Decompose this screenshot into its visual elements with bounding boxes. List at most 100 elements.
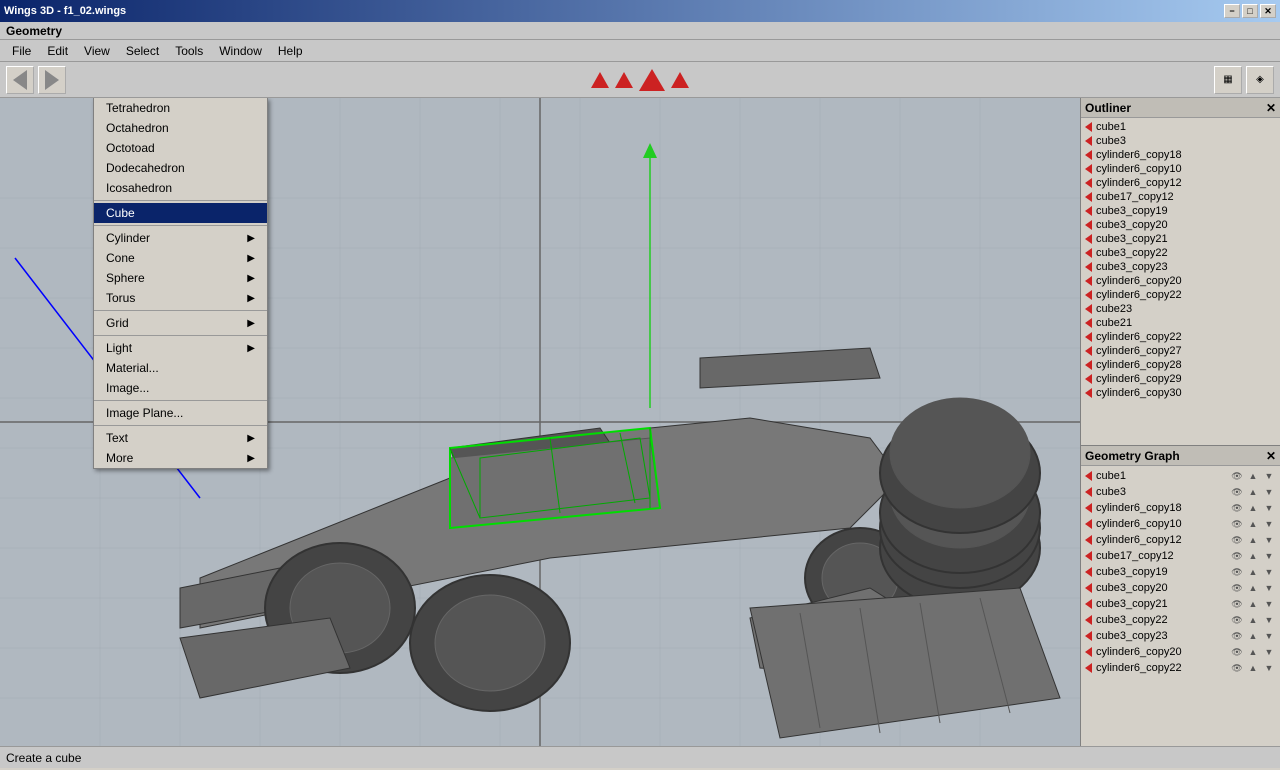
menu-torus[interactable]: Torus ▶ [94,288,267,308]
outliner-item-cube17c12[interactable]: cube17_copy12 [1081,190,1280,204]
up-arrow-icon[interactable]: ▲ [1246,565,1260,579]
down-arrow-icon[interactable]: ▼ [1262,517,1276,531]
menu-cone[interactable]: Cone ▶ [94,248,267,268]
menu-view[interactable]: View [76,42,118,60]
geo-graph-item-cube17[interactable]: cube17_copy12 👁 ▲ ▼ [1081,548,1280,564]
outliner-item-cube3c21[interactable]: cube3_copy21 [1081,232,1280,246]
up-arrow-icon[interactable]: ▲ [1246,613,1260,627]
menu-cube[interactable]: Cube [94,203,267,223]
down-arrow-icon[interactable]: ▼ [1262,485,1276,499]
eye-icon[interactable]: 👁 [1230,517,1244,531]
geometry-graph-close-button[interactable]: ✕ [1266,449,1276,463]
eye-icon[interactable]: 👁 [1230,469,1244,483]
eye-icon[interactable]: 👁 [1230,549,1244,563]
down-arrow-icon[interactable]: ▼ [1262,629,1276,643]
down-arrow-icon[interactable]: ▼ [1262,501,1276,515]
outliner-item-cube3c22[interactable]: cube3_copy22 [1081,246,1280,260]
up-arrow-icon[interactable]: ▲ [1246,517,1260,531]
geo-graph-item-cube1[interactable]: cube1 👁 ▲ ▼ [1081,468,1280,484]
menu-image-plane[interactable]: Image Plane... [94,403,267,423]
outliner-item-cyl6c22a[interactable]: cylinder6_copy22 [1081,288,1280,302]
outliner-item-cube3[interactable]: cube3 [1081,134,1280,148]
menu-icosahedron[interactable]: Icosahedron [94,178,267,198]
down-arrow-icon[interactable]: ▼ [1262,613,1276,627]
menu-dodecahedron[interactable]: Dodecahedron [94,158,267,178]
up-arrow-icon[interactable]: ▲ [1246,533,1260,547]
up-arrow-icon[interactable]: ▲ [1246,549,1260,563]
menu-light[interactable]: Light ▶ [94,338,267,358]
geo-graph-item-cyl12[interactable]: cylinder6_copy12 👁 ▲ ▼ [1081,532,1280,548]
minimize-button[interactable]: − [1224,4,1240,18]
geo-graph-item-cube3c19[interactable]: cube3_copy19 👁 ▲ ▼ [1081,564,1280,580]
close-button[interactable]: ✕ [1260,4,1276,18]
outliner-item-cube3c23[interactable]: cube3_copy23 [1081,260,1280,274]
menu-edit[interactable]: Edit [39,42,76,60]
down-arrow-icon[interactable]: ▼ [1262,533,1276,547]
tri-icon-2[interactable] [615,72,633,88]
outliner-close-button[interactable]: ✕ [1266,101,1276,115]
outliner-item-cyl6c12[interactable]: cylinder6_copy12 [1081,176,1280,190]
down-arrow-icon[interactable]: ▼ [1262,469,1276,483]
outliner-item-cube3c20[interactable]: cube3_copy20 [1081,218,1280,232]
menu-image[interactable]: Image... [94,378,267,398]
outliner-item-cube3c19[interactable]: cube3_copy19 [1081,204,1280,218]
down-arrow-icon[interactable]: ▼ [1262,549,1276,563]
down-arrow-icon[interactable]: ▼ [1262,661,1276,675]
outliner-item-cyl6c30[interactable]: cylinder6_copy30 [1081,386,1280,400]
menu-material[interactable]: Material... [94,358,267,378]
down-arrow-icon[interactable]: ▼ [1262,597,1276,611]
tri-icon-1[interactable] [591,72,609,88]
menu-octahedron[interactable]: Octahedron [94,118,267,138]
up-arrow-icon[interactable]: ▲ [1246,645,1260,659]
eye-icon[interactable]: 👁 [1230,645,1244,659]
up-arrow-icon[interactable]: ▲ [1246,485,1260,499]
geo-graph-item-cube3c21[interactable]: cube3_copy21 👁 ▲ ▼ [1081,596,1280,612]
menu-octotoad[interactable]: Octotoad [94,138,267,158]
outliner-item-cyl6c10[interactable]: cylinder6_copy10 [1081,162,1280,176]
outliner-item-cyl6c27[interactable]: cylinder6_copy27 [1081,344,1280,358]
eye-icon[interactable]: 👁 [1230,501,1244,515]
geo-graph-item-cyl18[interactable]: cylinder6_copy18 👁 ▲ ▼ [1081,500,1280,516]
menu-tetrahedron[interactable]: Tetrahedron [94,98,267,118]
geo-graph-item-cube3c23[interactable]: cube3_copy23 👁 ▲ ▼ [1081,628,1280,644]
menu-select[interactable]: Select [118,42,167,60]
tri-icon-3[interactable] [639,69,665,91]
eye-icon[interactable]: 👁 [1230,629,1244,643]
eye-icon[interactable]: 👁 [1230,597,1244,611]
undo-button[interactable] [6,66,34,94]
grid-view-button[interactable]: ▦ [1214,66,1242,94]
menu-sphere[interactable]: Sphere ▶ [94,268,267,288]
up-arrow-icon[interactable]: ▲ [1246,629,1260,643]
outliner-item-cyl6c20[interactable]: cylinder6_copy20 [1081,274,1280,288]
redo-button[interactable] [38,66,66,94]
down-arrow-icon[interactable]: ▼ [1262,565,1276,579]
eye-icon[interactable]: 👁 [1230,661,1244,675]
geo-graph-item-cyl10[interactable]: cylinder6_copy10 👁 ▲ ▼ [1081,516,1280,532]
menu-help[interactable]: Help [270,42,311,60]
menu-text[interactable]: Text ▶ [94,428,267,448]
down-arrow-icon[interactable]: ▼ [1262,581,1276,595]
outliner-item-cyl6c22b[interactable]: cylinder6_copy22 [1081,330,1280,344]
geo-graph-item-cube3c22[interactable]: cube3_copy22 👁 ▲ ▼ [1081,612,1280,628]
menu-window[interactable]: Window [211,42,270,60]
geo-graph-item-cube3c20[interactable]: cube3_copy20 👁 ▲ ▼ [1081,580,1280,596]
down-arrow-icon[interactable]: ▼ [1262,645,1276,659]
geo-graph-item-cube3[interactable]: cube3 👁 ▲ ▼ [1081,484,1280,500]
menu-more[interactable]: More ▶ [94,448,267,468]
up-arrow-icon[interactable]: ▲ [1246,661,1260,675]
render-view-button[interactable]: ◈ [1246,66,1274,94]
eye-icon[interactable]: 👁 [1230,613,1244,627]
up-arrow-icon[interactable]: ▲ [1246,469,1260,483]
menu-grid[interactable]: Grid ▶ [94,313,267,333]
outliner-item-cyl6c29[interactable]: cylinder6_copy29 [1081,372,1280,386]
tri-icon-4[interactable] [671,72,689,88]
menu-cylinder[interactable]: Cylinder ▶ [94,228,267,248]
eye-icon[interactable]: 👁 [1230,485,1244,499]
menu-file[interactable]: File [4,42,39,60]
eye-icon[interactable]: 👁 [1230,565,1244,579]
maximize-button[interactable]: □ [1242,4,1258,18]
up-arrow-icon[interactable]: ▲ [1246,501,1260,515]
outliner-item-cube1[interactable]: cube1 [1081,120,1280,134]
up-arrow-icon[interactable]: ▲ [1246,581,1260,595]
geo-graph-item-cyl20[interactable]: cylinder6_copy20 👁 ▲ ▼ [1081,644,1280,660]
